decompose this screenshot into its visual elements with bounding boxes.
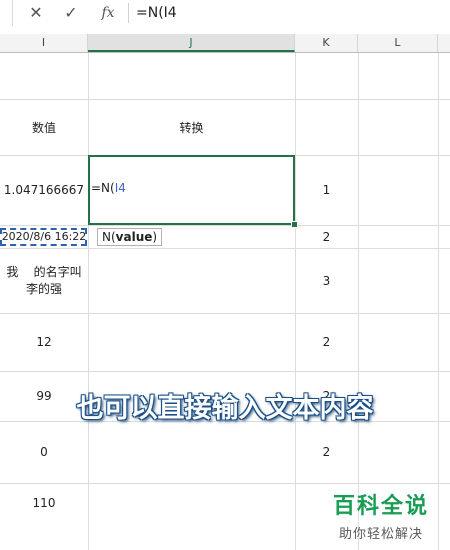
cell-I-header[interactable]: 数值 xyxy=(0,99,88,155)
toolbar-gap xyxy=(0,26,450,34)
grid-vline xyxy=(358,53,359,550)
cell-K-value[interactable]: 1 xyxy=(295,155,358,225)
cell-I-value[interactable]: 12 xyxy=(0,313,88,371)
cell-I-value[interactable]: 110 xyxy=(0,483,88,523)
cell-K-value[interactable]: 2 xyxy=(295,225,358,248)
watermark-subtitle: 助你轻松解决 xyxy=(338,527,423,542)
watermark: 百科全说 助你轻松解决 xyxy=(318,488,444,542)
formula-input[interactable]: =N(I4 xyxy=(136,0,177,26)
cell-J-header[interactable]: 转换 xyxy=(88,99,295,155)
reference-highlight-box xyxy=(0,228,87,246)
function-tooltip: N(value) xyxy=(97,228,163,246)
video-caption: 也可以直接输入文本内容 xyxy=(76,393,374,424)
edit-prefix: =N( xyxy=(91,181,115,195)
cell-K-value[interactable]: 2 xyxy=(295,313,358,371)
tooltip-close: ) xyxy=(152,230,158,244)
fill-handle[interactable] xyxy=(291,221,298,228)
cell-K-value[interactable]: 3 xyxy=(295,248,358,313)
cell-K-value[interactable]: 2 xyxy=(295,421,358,483)
cell-edit-text[interactable]: =N(I4 xyxy=(91,181,126,195)
edit-reference: I4 xyxy=(114,181,126,195)
cell-I-value[interactable]: 1.047166667 xyxy=(0,155,88,225)
sheet-grid[interactable]: 数值 转换 1.047166667 2020/8/6 16:22 我 的名字叫 … xyxy=(0,53,450,550)
grid-vline xyxy=(438,53,439,550)
tooltip-func: N( xyxy=(102,230,116,244)
column-header-I[interactable]: I xyxy=(0,34,88,52)
formula-bar-divider xyxy=(128,3,129,23)
cell-I-value[interactable]: 0 xyxy=(0,421,88,483)
enter-icon[interactable]: ✓ xyxy=(61,3,81,23)
column-header-L[interactable]: L xyxy=(358,34,438,52)
insert-function-icon[interactable]: fx xyxy=(98,3,118,23)
column-header-row: I J K L xyxy=(0,34,450,53)
formula-bar-left-strip xyxy=(0,0,13,26)
cell-I-value[interactable]: 我 的名字叫 李的强 xyxy=(0,248,88,313)
formula-bar: ✕ ✓ fx =N(I4 xyxy=(0,0,450,27)
watermark-title: 百科全说 xyxy=(332,494,429,519)
tooltip-arg[interactable]: value xyxy=(116,230,153,244)
column-header-J[interactable]: J xyxy=(88,34,295,52)
column-header-K[interactable]: K xyxy=(295,34,358,52)
cancel-icon[interactable]: ✕ xyxy=(26,3,46,23)
